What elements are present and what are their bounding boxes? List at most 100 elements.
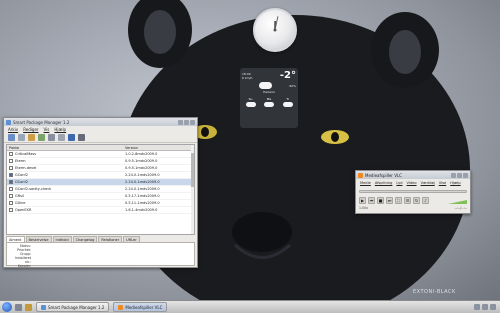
clipboard-icon[interactable] <box>490 304 496 310</box>
playback-controls: ▶ ⏮ ■ ⏭ ⛶ ☰ ↻ ♪ <box>359 197 467 204</box>
play-button[interactable]: ▶ <box>359 197 366 204</box>
menu-file[interactable]: Arkiv <box>8 127 18 132</box>
close-button[interactable] <box>190 119 195 125</box>
task-vlc[interactable]: Medieafspiller VLC <box>113 302 168 312</box>
package-version: 2.24.0-1mdv2009.0 <box>125 173 160 177</box>
task-smart-package-manager[interactable]: Smart Package Manager 1.2 <box>36 302 110 312</box>
update-channels-icon[interactable] <box>8 134 15 141</box>
table-row[interactable]: GConf2 2.24.0-1mdv2009.0 <box>7 179 194 186</box>
cloud-icon <box>264 102 274 107</box>
package-checkbox[interactable] <box>9 166 13 170</box>
menu-help[interactable]: Hjælp <box>54 127 66 132</box>
package-name-cell: GConf2-sanity-check <box>7 187 125 191</box>
stop-button[interactable]: ■ <box>377 197 384 204</box>
menu-audio[interactable]: Lyd <box>396 181 402 185</box>
cloud-icon <box>245 102 256 107</box>
weather-widget[interactable]: 18:00 6 km/h -2° 60% Helsinki Su Ma Ti <box>240 68 298 128</box>
maximize-button[interactable] <box>184 119 189 125</box>
package-name: GConf2-sanity-check <box>15 187 52 191</box>
package-checkbox[interactable] <box>9 180 13 184</box>
seek-slider[interactable] <box>359 190 467 193</box>
table-row[interactable]: OpenEXR 1.6.1-4mdv2009.0 <box>7 207 194 214</box>
package-checkbox[interactable] <box>9 194 13 198</box>
table-row[interactable]: GRsil 0.5.17-1mdv2009.0 <box>7 193 194 200</box>
menu-playback[interactable]: Afspilning <box>375 181 393 185</box>
column-package[interactable]: Pakke <box>7 146 125 150</box>
package-checkbox[interactable] <box>9 173 13 177</box>
spm-titlebar[interactable]: Smart Package Manager 1.2 <box>4 118 197 126</box>
package-name-cell: OpenEXR <box>7 208 125 212</box>
package-name: CriticalMass <box>15 152 37 156</box>
clock-widget[interactable] <box>253 8 297 52</box>
column-version[interactable]: Version <box>125 146 193 150</box>
redo-icon[interactable] <box>58 134 65 141</box>
package-checkbox[interactable] <box>9 152 13 156</box>
detail-label: Installeret str.: <box>14 256 31 264</box>
menu-tools[interactable]: Værktøj <box>421 181 435 185</box>
apply-icon[interactable] <box>18 134 25 141</box>
smart-package-manager-window[interactable]: Smart Package Manager 1.2 Arkiv Rediger … <box>3 117 198 268</box>
menu-view[interactable]: Vise <box>439 181 446 185</box>
menu-edit[interactable]: Rediger <box>23 127 38 132</box>
menu-help[interactable]: Hjælp <box>450 181 461 185</box>
minimize-button[interactable] <box>178 119 183 125</box>
previous-button[interactable]: ⏮ <box>368 197 375 204</box>
folder-icon[interactable] <box>25 303 32 311</box>
close-button[interactable] <box>463 172 468 178</box>
package-checkbox[interactable] <box>9 208 13 212</box>
table-row[interactable]: GXine 0.5.11-1mdv2009.0 <box>7 200 194 207</box>
table-row[interactable]: Eterm-devel 0.9.5-1mdv2009.0 <box>7 165 194 172</box>
package-checkbox[interactable] <box>9 159 13 163</box>
minimize-button[interactable] <box>451 172 456 178</box>
package-table[interactable]: Pakke Version CriticalMass 1.0.2-8mdv2009… <box>6 144 195 235</box>
fullscreen-button[interactable]: ⛶ <box>395 197 402 204</box>
loop-button[interactable]: ↻ <box>413 197 420 204</box>
table-row[interactable]: GConf2 2.24.0-1mdv2009.0 <box>7 172 194 179</box>
find-icon[interactable] <box>78 134 85 141</box>
package-name-cell: GConf2 <box>7 173 125 177</box>
package-name: Eterm <box>15 159 26 163</box>
vertical-scrollbar[interactable] <box>191 145 194 234</box>
package-version: 0.9.5-1mdv2009.0 <box>125 159 158 163</box>
package-name: GRsil <box>15 194 24 198</box>
upgrade-icon[interactable] <box>28 134 35 141</box>
vlc-window[interactable]: Medieafspiller VLC Medie Afspilning Lyd … <box>355 170 471 214</box>
app-icon <box>6 119 11 125</box>
vlc-title: Medieafspiller VLC <box>365 172 402 178</box>
table-row[interactable]: GConf2-sanity-check 2.24.0-1mdv2009.0 <box>7 186 194 193</box>
package-name-cell: GRsil <box>7 194 125 198</box>
volume-slider[interactable] <box>437 197 467 204</box>
desktop-icon[interactable] <box>15 303 22 311</box>
scrollbar-thumb[interactable] <box>191 153 194 187</box>
network-icon[interactable] <box>474 304 480 310</box>
package-name: Eterm-devel <box>15 166 37 170</box>
vlc-titlebar[interactable]: Medieafspiller VLC <box>356 171 470 179</box>
table-row[interactable]: Eterm 0.9.5-1mdv2009.0 <box>7 158 194 165</box>
volume-icon[interactable] <box>482 304 488 310</box>
clock-face <box>273 16 279 32</box>
playlist-button[interactable]: ☰ <box>404 197 411 204</box>
mute-icon[interactable]: ♪ <box>422 197 429 204</box>
package-version: 0.5.17-1mdv2009.0 <box>125 194 160 198</box>
table-row[interactable]: CriticalMass 1.0.2-8mdv2009.0 <box>7 151 194 158</box>
menu-view[interactable]: Vis <box>44 127 50 132</box>
playback-speed[interactable]: 1.00x <box>359 206 368 210</box>
next-button[interactable]: ⏭ <box>386 197 393 204</box>
menu-media[interactable]: Medie <box>360 181 371 185</box>
kde-menu-icon[interactable] <box>2 302 12 312</box>
cloud-icon <box>282 102 293 107</box>
maximize-button[interactable] <box>457 172 462 178</box>
forecast-day: Su <box>248 97 253 101</box>
package-name-cell: Eterm <box>7 159 125 163</box>
tree-view-icon[interactable] <box>68 134 75 141</box>
package-name-cell: GConf2 <box>7 180 125 184</box>
weather-meta-wind: 6 km/h <box>242 75 253 80</box>
undo-icon[interactable] <box>48 134 55 141</box>
package-checkbox[interactable] <box>9 201 13 205</box>
system-tray <box>474 304 496 310</box>
fix-icon[interactable] <box>38 134 45 141</box>
package-checkbox[interactable] <box>9 187 13 191</box>
package-name: GConf2 <box>15 180 28 184</box>
package-version: 2.24.0-1mdv2009.0 <box>125 180 160 184</box>
menu-video[interactable]: Video <box>407 181 417 185</box>
